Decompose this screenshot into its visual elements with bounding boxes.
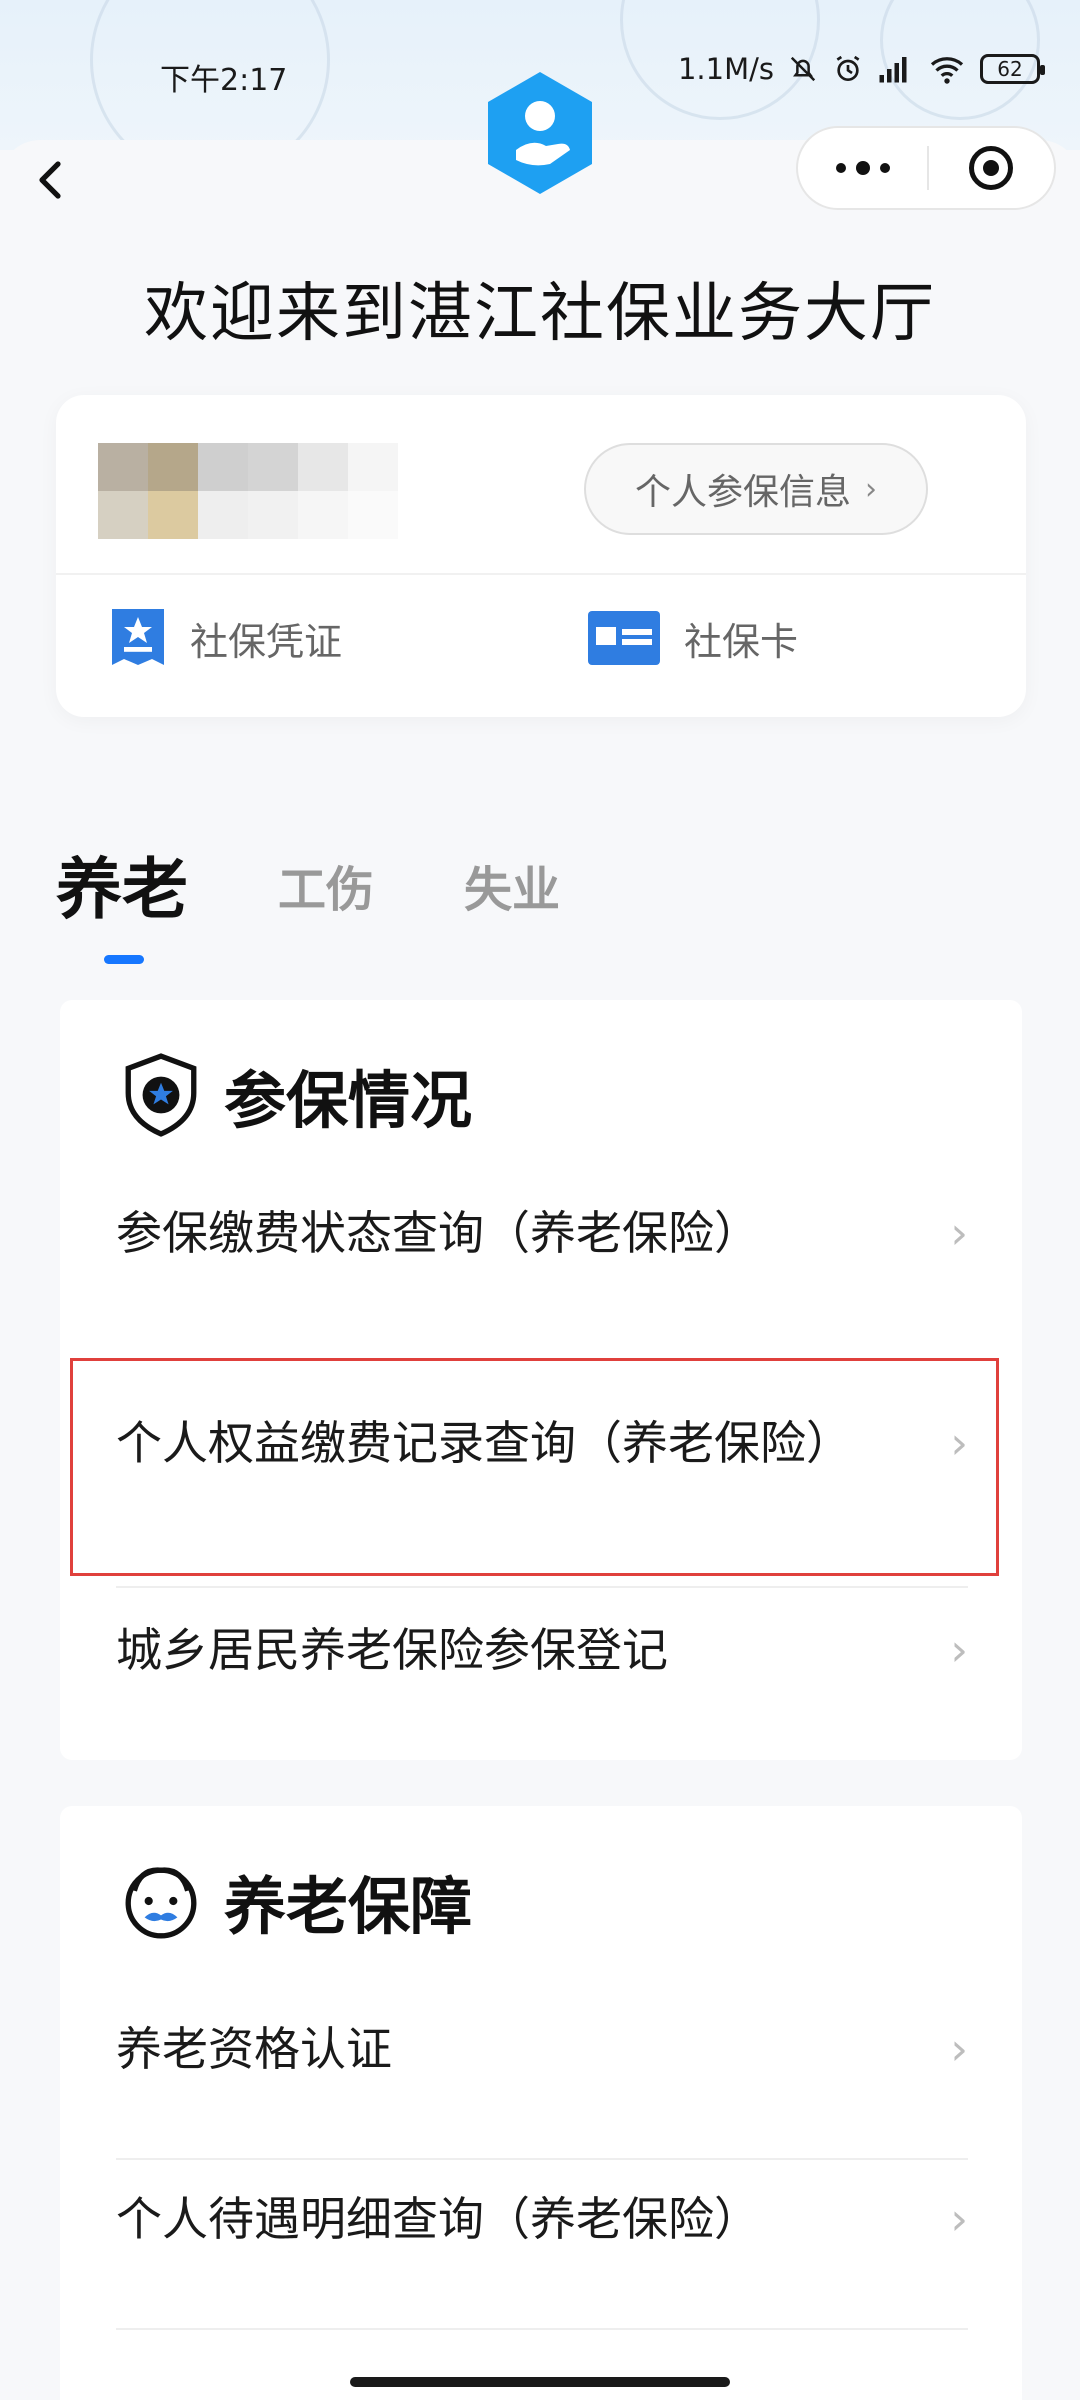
category-tabs: 养老 工伤 失业 bbox=[56, 850, 650, 960]
list-item[interactable]: 参保缴费状态查询（养老保险） › bbox=[116, 1200, 968, 1266]
shield-star-icon bbox=[125, 1053, 197, 1137]
card-divider bbox=[56, 573, 1026, 575]
tab-work-injury[interactable]: 工伤 bbox=[278, 850, 374, 930]
section-header: 参保情况 bbox=[120, 1050, 472, 1140]
page-title: 欢迎来到湛江社保业务大厅 bbox=[144, 277, 936, 351]
info-button-label: 个人参保信息 bbox=[634, 472, 851, 513]
list-item[interactable]: 个人权益缴费记录查询（养老保险） › bbox=[116, 1410, 968, 1476]
list-item-label: 城乡居民养老保险参保登记 bbox=[116, 1623, 668, 1677]
battery-level: 62 bbox=[997, 57, 1023, 81]
social-security-card-link[interactable]: 社保卡 bbox=[586, 603, 798, 673]
tab-pension[interactable]: 养老 bbox=[56, 850, 188, 930]
section-pension-security: 养老保障 养老资格认证 › 个人待遇明细查询（养老保险） › bbox=[60, 1806, 1022, 2400]
signal-icon bbox=[879, 57, 907, 83]
list-item-label: 参保缴费状态查询（养老保险） bbox=[116, 1206, 760, 1260]
close-button[interactable] bbox=[929, 128, 1054, 208]
row-divider bbox=[116, 1586, 968, 1588]
list-item-label: 个人权益缴费记录查询（养老保险） bbox=[116, 1416, 852, 1470]
section-insurance-status: 参保情况 参保缴费状态查询（养老保险） › 个人权益缴费记录查询（养老保险） ›… bbox=[60, 1000, 1022, 1760]
profile-card: 个人参保信息 › 社保凭证 社保卡 bbox=[56, 395, 1026, 717]
list-item-label: 养老资格认证 bbox=[116, 2022, 392, 2076]
close-target-icon bbox=[969, 146, 1014, 190]
wifi-icon bbox=[930, 57, 964, 84]
chevron-right-icon: › bbox=[865, 471, 877, 507]
social-security-voucher-link[interactable]: 社保凭证 bbox=[108, 603, 342, 673]
back-arrow-icon bbox=[39, 161, 61, 199]
home-indicator[interactable] bbox=[350, 2377, 730, 2387]
active-tab-indicator bbox=[104, 955, 144, 964]
card-icon bbox=[588, 611, 660, 665]
chevron-right-icon: › bbox=[950, 2193, 968, 2245]
status-time: 下午2:17 bbox=[160, 63, 288, 98]
list-item[interactable]: 城乡居民养老保险参保登记 › bbox=[116, 1617, 968, 1683]
battery-icon: 62 bbox=[980, 54, 1045, 84]
status-icons: 1.1M/s 62 bbox=[677, 52, 1045, 86]
app-logo-icon bbox=[488, 72, 592, 194]
list-item-label: 个人待遇明细查询（养老保险） bbox=[116, 2192, 760, 2246]
personal-insurance-info-button[interactable]: 个人参保信息 › bbox=[584, 443, 928, 535]
section-title: 养老保障 bbox=[224, 1870, 473, 1943]
more-dots-icon bbox=[835, 163, 846, 173]
chevron-right-icon: › bbox=[950, 2023, 968, 2075]
chevron-right-icon: › bbox=[950, 1624, 968, 1676]
chevron-right-icon: › bbox=[950, 1207, 968, 1259]
page: 下午2:17 1.1M/s 62 欢迎来到湛江社保业务大厅 个人参保信息 › 社… bbox=[0, 0, 1080, 2400]
section-title: 参保情况 bbox=[224, 1064, 473, 1137]
voucher-label: 社保凭证 bbox=[190, 619, 343, 664]
row-divider bbox=[116, 2328, 968, 2330]
card-label: 社保卡 bbox=[684, 619, 799, 664]
list-item[interactable]: 养老资格认证 › bbox=[116, 2016, 968, 2082]
miniprogram-capsule bbox=[796, 126, 1056, 210]
section-header: 养老保障 bbox=[120, 1856, 472, 1946]
net-speed: 1.1M/s bbox=[677, 52, 774, 86]
chevron-right-icon: › bbox=[950, 1417, 968, 1469]
more-button[interactable] bbox=[798, 128, 927, 208]
elder-face-icon bbox=[125, 1867, 197, 1939]
bell-mute-icon bbox=[790, 56, 816, 82]
tab-unemployment[interactable]: 失业 bbox=[464, 850, 560, 930]
list-item[interactable]: 个人待遇明细查询（养老保险） › bbox=[116, 2186, 968, 2252]
blurred-user-name bbox=[98, 443, 398, 539]
back-button[interactable] bbox=[20, 150, 80, 210]
alarm-icon bbox=[836, 55, 860, 81]
voucher-icon bbox=[112, 609, 164, 665]
row-divider bbox=[116, 2158, 968, 2160]
